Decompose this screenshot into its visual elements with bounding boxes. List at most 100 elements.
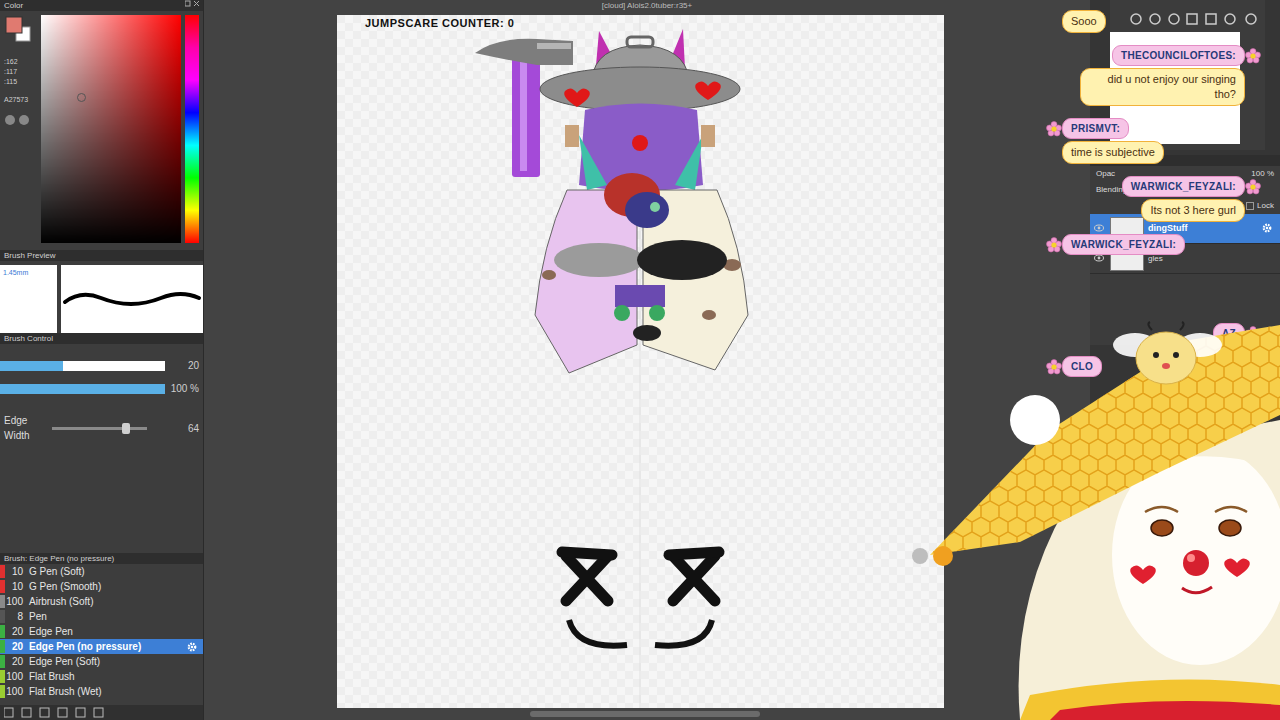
brush-color-mark: [0, 670, 5, 683]
slider-value[interactable]: 64: [170, 421, 201, 436]
navigator-toolbar: [1110, 0, 1265, 32]
brush-name: Flat Brush: [29, 669, 75, 684]
chat-message: THECOUNCILOFTOES:did u not enjoy our sin…: [1046, 45, 1261, 106]
color-tools-icon[interactable]: [4, 113, 34, 127]
lock-checkbox[interactable]: [1246, 202, 1254, 210]
brush-name: Edge Pen (Soft): [29, 654, 100, 669]
chat-username: WARWICK_FEYZALI:: [1122, 176, 1245, 197]
chat-overlay: Sooo THECOUNCILOFTOES:did u not enjoy our…: [1046, 8, 1261, 377]
gear-icon[interactable]: [187, 639, 197, 654]
stroke-preview: [61, 265, 203, 333]
swatch-icon[interactable]: [4, 15, 34, 49]
brush-item[interactable]: 100Flat Brush (Wet): [0, 684, 203, 699]
brush-control-panel: Brush Control 20100 %Edge Width64: [0, 333, 203, 553]
chat-name-row: WARWICK_FEYZALI:: [1122, 176, 1261, 197]
brush-color-mark: [0, 655, 5, 668]
brush-size: 100: [5, 594, 29, 609]
chat-username: CLO: [1062, 356, 1102, 377]
brush-color-mark: [0, 640, 5, 653]
jumpscare-counter: JUMPSCARE COUNTER: 0: [365, 15, 514, 32]
brush-list-panel: Brush: Edge Pen (no pressure) 10G Pen (S…: [0, 553, 203, 705]
chat-name-row: WARWICK_FEYZALI:: [1046, 234, 1185, 255]
brush-size: 10: [5, 579, 29, 594]
brush-size: 20: [5, 624, 29, 639]
brush-name: Airbrush (Soft): [29, 594, 93, 609]
color-square[interactable]: [41, 15, 182, 243]
left-dock: Color :162:117:115 A27573 Brush Preview …: [0, 0, 204, 720]
brush-item[interactable]: 10G Pen (Smooth): [0, 579, 203, 594]
brush-toolbar: [0, 705, 203, 720]
chat-message: Sooo: [1046, 8, 1261, 33]
color-value: :115: [4, 77, 37, 87]
brush-size: 20: [5, 639, 29, 654]
scroll-thumb[interactable]: [530, 711, 760, 717]
color-value: :117: [4, 67, 37, 77]
color-hex[interactable]: A27573: [4, 95, 37, 105]
slider-track[interactable]: [52, 427, 147, 430]
canvas[interactable]: JUMPSCARE COUNTER: 0: [337, 15, 944, 708]
brush-color-mark: [0, 580, 5, 593]
brush-size: 100: [5, 669, 29, 684]
color-values: :162:117:115: [4, 57, 37, 87]
color-body: :162:117:115 A27573: [0, 11, 203, 247]
color-side: :162:117:115 A27573: [4, 15, 37, 243]
opacity-value[interactable]: 100 %: [1251, 168, 1274, 180]
brush-item[interactable]: 20Edge Pen: [0, 624, 203, 639]
brush-item[interactable]: 10G Pen (Soft): [0, 564, 203, 579]
brush-item[interactable]: 8Pen: [0, 609, 203, 624]
panel-header: Brush: Edge Pen (no pressure): [0, 553, 203, 564]
chat-text: did u not enjoy our singing tho?: [1080, 68, 1245, 106]
slider-value[interactable]: 20: [170, 358, 201, 373]
chat-username: THECOUNCILOFTOES:: [1112, 45, 1245, 66]
preview-size: 1.45mm: [0, 265, 57, 333]
color-panel: Color :162:117:115 A27573: [0, 0, 203, 250]
color-picker-ring[interactable]: [77, 93, 86, 102]
brush-preview-panel: Brush Preview 1.45mm: [0, 250, 203, 333]
chat-message: WARWICK_FEYZALI:Its not 3 here gurl: [1046, 176, 1261, 222]
chat-text: Its not 3 here gurl: [1141, 199, 1245, 222]
flower-icon: [1245, 48, 1261, 64]
chat-text: time is subjective: [1062, 141, 1164, 164]
flower-icon: [1046, 237, 1062, 253]
brush-list: 10G Pen (Soft)10G Pen (Smooth)100Airbrus…: [0, 564, 203, 699]
slider-track[interactable]: [0, 384, 165, 394]
brush-name: Edge Pen: [29, 624, 73, 639]
panel-title: Brush Preview: [4, 251, 56, 260]
gear-icon[interactable]: [1262, 222, 1272, 236]
brush-item[interactable]: 100Airbrush (Soft): [0, 594, 203, 609]
slider-row: 20: [0, 358, 201, 373]
panel-title: Color: [4, 0, 23, 11]
brush-size: 20: [5, 654, 29, 669]
canvas-area: [cloud] Alois2.0tuber:r35+: [204, 0, 1090, 720]
zoom-tools-icon[interactable]: [1129, 12, 1259, 26]
chat-message: WARWICK_FEYZALI:: [1046, 234, 1261, 255]
chat-name-row: PRISMVT:: [1046, 118, 1129, 139]
slider-fill: [0, 361, 63, 371]
horizontal-scrollbar[interactable]: [204, 708, 1090, 720]
artwork-icon: [337, 15, 944, 708]
chat-name-row: THECOUNCILOFTOES:: [1112, 45, 1261, 66]
slider-knob[interactable]: [122, 423, 130, 434]
brush-name: G Pen (Smooth): [29, 579, 101, 594]
brush-size: 8: [5, 609, 29, 624]
brush-item[interactable]: 20Edge Pen (Soft): [0, 654, 203, 669]
brush-name: Edge Pen (no pressure): [29, 639, 141, 654]
slider-row: 100 %: [0, 381, 201, 396]
toolbar-icons-icon[interactable]: [4, 707, 104, 718]
slider-track[interactable]: [0, 361, 165, 371]
chat-name-row: CLO: [1046, 356, 1102, 377]
brush-color-mark: [0, 685, 5, 698]
brush-color-mark: [0, 625, 5, 638]
panel-controls-icon[interactable]: [185, 0, 199, 8]
hue-bar[interactable]: [185, 15, 199, 243]
brush-size: 100: [5, 684, 29, 699]
slider-value[interactable]: 100 %: [170, 381, 201, 396]
brush-color-mark: [0, 610, 5, 623]
flower-icon: [1046, 121, 1062, 137]
brush-name: Flat Brush (Wet): [29, 684, 102, 699]
panel-title: Brush Control: [4, 334, 53, 343]
panel-header: Brush Preview: [0, 250, 203, 261]
brush-item[interactable]: 20Edge Pen (no pressure): [0, 639, 203, 654]
brush-item[interactable]: 100Flat Brush: [0, 669, 203, 684]
panel-title: Brush: Edge Pen (no pressure): [4, 554, 114, 563]
